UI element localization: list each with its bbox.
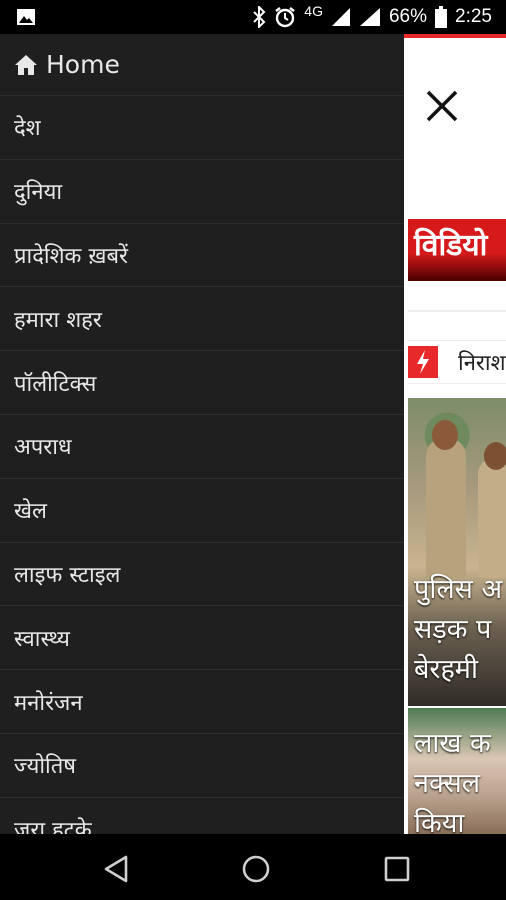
news-story-card[interactable]: पुलिस अ सड़क प बेरहमी (408, 398, 506, 706)
network-type: 4G (304, 3, 323, 19)
drawer-item-home[interactable]: Home (0, 34, 404, 96)
drawer-item-label: पॉलीटिक्स (14, 371, 97, 397)
drawer-item-zara-hatke[interactable]: जरा हटके (0, 798, 404, 834)
drawer-item-jyotish[interactable]: ज्योतिष (0, 734, 404, 798)
headline-line: नक्सल (414, 768, 481, 799)
story-headline: लाख क नक्सल किया (414, 724, 506, 834)
drawer-item-label: Home (46, 50, 120, 79)
headline-line: सड़क प (414, 614, 492, 645)
headline-line: पुलिस अ (414, 574, 503, 605)
top-accent-line (404, 34, 506, 38)
story-headline: पुलिस अ सड़क प बेरहमी (414, 570, 506, 690)
photo-figure (478, 458, 506, 578)
drawer-item-label: हमारा शहर (14, 307, 102, 333)
image-icon (17, 9, 35, 25)
drawer-item-politics[interactable]: पॉलीटिक्स (0, 351, 404, 415)
headline-line: बेरहमी (414, 654, 478, 685)
battery-percent: 66% (388, 6, 428, 27)
signal-icon (331, 8, 350, 26)
photo-figure (484, 442, 506, 470)
breaking-news-text: निराश (458, 351, 506, 376)
news-story-card[interactable]: लाख क नक्सल किया (408, 708, 506, 834)
battery-icon (435, 6, 448, 28)
drawer-item-label: अपराध (14, 435, 72, 461)
drawer-item-label: देश (14, 116, 41, 142)
wifi-icon (359, 8, 380, 26)
drawer-item-label: प्रादेशिक ख़बरें (14, 243, 129, 269)
drawer-item-hamara-shahar[interactable]: हमारा शहर (0, 287, 404, 352)
drawer-item-duniya[interactable]: दुनिया (0, 160, 404, 224)
drawer-item-label: लाइफ स्टाइल (14, 562, 121, 588)
navigation-drawer: Home देश दुनिया प्रादेशिक ख़बरें हमारा श… (0, 34, 404, 834)
lightning-icon (408, 346, 438, 378)
recent-apps-icon[interactable] (380, 852, 414, 886)
drawer-item-lifestyle[interactable]: लाइफ स्टाइल (0, 543, 404, 607)
status-bar: 4G 66% 2:25 (0, 0, 506, 34)
drawer-item-pradeshik[interactable]: प्रादेशिक ख़बरें (0, 224, 404, 288)
drawer-item-desh[interactable]: देश (0, 96, 404, 160)
clock: 2:25 (455, 6, 492, 27)
drawer-item-apradh[interactable]: अपराध (0, 415, 404, 479)
close-icon[interactable] (422, 86, 462, 126)
drawer-item-khel[interactable]: खेल (0, 479, 404, 543)
drawer-item-swasthya[interactable]: स्वास्थ्य (0, 606, 404, 671)
photo-figure (432, 420, 458, 450)
home-icon (15, 54, 37, 75)
drawer-item-label: स्वास्थ्य (14, 626, 70, 652)
bluetooth-icon (253, 6, 266, 28)
back-icon[interactable] (100, 852, 134, 886)
breaking-news-ticker[interactable]: निराश (408, 340, 506, 384)
article-page: विडियो निराश पुलिस अ सड़क प बेरहमी लाख क… (404, 34, 506, 834)
drawer-item-label: जरा हटके (14, 818, 92, 834)
drawer-item-label: ज्योतिष (14, 754, 76, 780)
alarm-icon (275, 7, 296, 28)
drawer-item-label: दुनिया (14, 180, 63, 206)
headline-line: लाख क (414, 728, 491, 759)
home-nav-icon[interactable] (239, 852, 273, 886)
video-banner[interactable]: विडियो (408, 219, 506, 281)
drawer-item-manoranjan[interactable]: मनोरंजन (0, 670, 404, 734)
photo-figure (426, 438, 466, 578)
drawer-item-label: खेल (14, 499, 47, 525)
system-nav-bar (0, 834, 506, 900)
divider (408, 310, 506, 312)
drawer-item-label: मनोरंजन (14, 690, 83, 716)
headline-line: किया (414, 808, 465, 834)
